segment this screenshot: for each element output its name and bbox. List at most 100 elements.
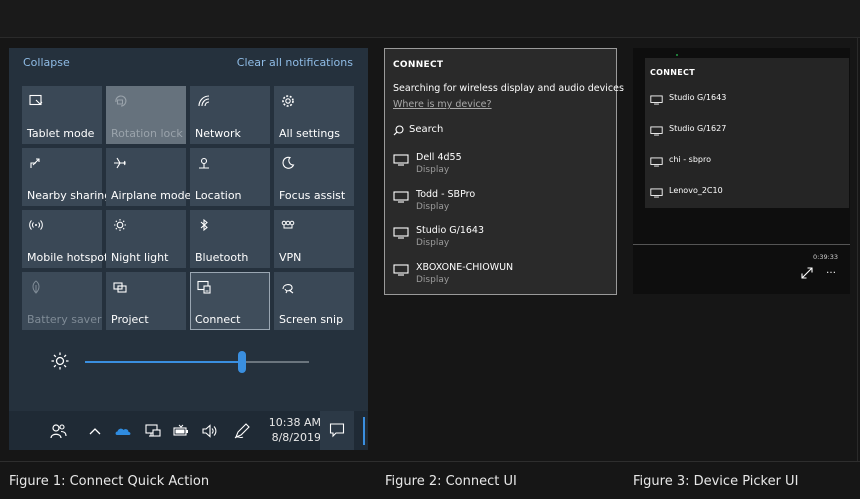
device-picker-panel: CONNECT Studio G/1643 Studio G/1627 chi - … — [645, 58, 849, 208]
tile-airplane-mode[interactable]: Airplane mode — [106, 148, 191, 206]
project-icon — [111, 278, 129, 296]
tile-label: Bluetooth — [195, 251, 249, 264]
tile-label: Focus assist — [279, 189, 346, 202]
tile-screen-snip[interactable]: Screen snip — [274, 272, 354, 330]
action-center-panel: Collapse Clear all notifications Tablet … — [9, 48, 368, 450]
volume-icon[interactable] — [201, 422, 219, 440]
network-icon — [195, 92, 213, 110]
tile-all-settings[interactable]: All settings — [274, 86, 354, 144]
right-border — [857, 38, 858, 461]
tile-project[interactable]: Project — [106, 272, 186, 330]
tile-label: Screen snip — [279, 313, 344, 326]
taskbar-time: 10:38 AM — [268, 416, 321, 429]
where-is-my-device-link[interactable]: Where is my device? — [393, 99, 492, 110]
connect-ui-panel: CONNECT Searching for wireless display a… — [384, 48, 624, 296]
tile-location[interactable]: Location — [190, 148, 270, 206]
night-light-icon — [111, 216, 129, 234]
device-picker-frame: CONNECT Studio G/1643 Studio G/1627 chi - … — [633, 48, 850, 294]
tile-network[interactable]: Network — [190, 86, 270, 144]
collapse-link[interactable]: Collapse — [23, 56, 70, 69]
tile-label: Night light — [111, 251, 169, 264]
connect-title: CONNECT — [393, 60, 444, 70]
connect-device-item[interactable]: XBOXONE-CHIOWUN Display — [393, 260, 611, 297]
battery-icon[interactable] — [172, 422, 190, 440]
tile-label: VPN — [279, 251, 302, 264]
tablet-mode-icon — [27, 92, 45, 110]
picker-device-item[interactable]: Studio G/1627 — [650, 124, 840, 155]
tile-label: All settings — [279, 127, 340, 140]
picker-title: CONNECT — [650, 68, 695, 77]
tile-bluetooth[interactable]: Bluetooth — [190, 210, 270, 268]
device-name: Studio G/1627 — [669, 124, 727, 133]
expand-icon[interactable] — [801, 267, 813, 279]
tile-mobile-hotspot[interactable]: Mobile hotspot — [22, 210, 108, 268]
taskbar-clock[interactable]: 10:38 AM 8/8/2019 — [261, 415, 321, 445]
tile-nearby-sharing[interactable]: Nearby sharing — [22, 148, 111, 206]
tile-connect[interactable]: Connect — [190, 272, 270, 330]
tile-vpn[interactable]: VPN — [274, 210, 354, 268]
brightness-sun-icon — [51, 352, 69, 370]
video-progress-bar[interactable] — [633, 244, 850, 245]
tile-label: Airplane mode — [111, 189, 192, 202]
device-type: Display — [416, 238, 450, 248]
tile-night-light[interactable]: Night light — [106, 210, 186, 268]
connect-icon — [195, 278, 213, 296]
device-name: Studio G/1643 — [416, 225, 485, 236]
people-icon[interactable] — [49, 422, 67, 440]
connect-device-item[interactable]: Dell 4d55 Display — [393, 150, 611, 187]
tile-label: Project — [111, 313, 149, 326]
device-name: chi - sbpro — [669, 155, 711, 164]
clear-all-notifications-link[interactable]: Clear all notifications — [237, 56, 353, 69]
brightness-slider-thumb[interactable] — [237, 351, 246, 373]
vpn-icon — [279, 216, 297, 234]
brightness-slider-fill — [85, 361, 242, 363]
hotspot-icon — [27, 216, 45, 234]
device-name: Dell 4d55 — [416, 152, 462, 163]
connect-device-list: Dell 4d55 Display Todd - SBPro Display Studi… — [393, 150, 611, 296]
pen-workspace-icon[interactable] — [233, 422, 251, 440]
screen-snip-icon — [279, 278, 297, 296]
tile-battery-saver[interactable]: Battery saver — [22, 272, 102, 330]
connect-status-text: Searching for wireless display and audio… — [393, 83, 624, 94]
onedrive-icon[interactable] — [114, 422, 132, 440]
connect-device-item[interactable]: Todd - SBPro Display — [393, 187, 611, 224]
taskbar-date: 8/8/2019 — [271, 431, 321, 444]
notification-icon — [329, 423, 345, 438]
connect-device-item[interactable]: Studio G/1643 Display — [393, 223, 611, 260]
picker-device-item[interactable]: Lenovo_2C10 — [650, 186, 840, 217]
action-center-header: Collapse Clear all notifications — [9, 48, 368, 78]
picker-device-item[interactable]: chi - sbpro — [650, 155, 840, 186]
device-type: Display — [416, 274, 450, 285]
chevron-up-icon[interactable] — [86, 422, 104, 440]
device-name: XBOXONE-CHIOWUN — [416, 261, 514, 273]
taskbar-accent-edge — [363, 417, 365, 445]
top-divider — [0, 37, 860, 38]
gear-icon — [279, 92, 297, 110]
picker-device-item[interactable]: Studio G/1643 — [650, 93, 840, 124]
device-type: Display — [416, 201, 450, 212]
tile-label: Network — [195, 127, 241, 140]
brightness-slider[interactable] — [85, 361, 309, 363]
search-icon — [393, 125, 404, 136]
network-tray-icon[interactable] — [144, 422, 162, 440]
tile-label: Nearby sharing — [27, 189, 112, 202]
more-options-button[interactable]: … — [826, 265, 837, 276]
picker-device-list: Studio G/1643 Studio G/1627 chi - sbpro Len… — [650, 93, 840, 217]
bluetooth-icon — [195, 216, 213, 234]
tile-tablet-mode[interactable]: Tablet mode — [22, 86, 102, 144]
action-center-button[interactable] — [320, 411, 354, 450]
device-name: Lenovo_2C10 — [669, 186, 723, 195]
tile-focus-assist[interactable]: Focus assist — [274, 148, 354, 206]
search-label: Search — [409, 124, 444, 135]
video-timestamp: 0:39:33 — [813, 253, 839, 261]
tile-label: Mobile hotspot — [27, 251, 109, 264]
moon-icon — [279, 154, 297, 172]
nearby-sharing-icon — [27, 154, 45, 172]
figure-3-caption: Figure 3: Device Picker UI — [633, 474, 799, 489]
rotation-lock-icon — [111, 92, 129, 110]
airplane-icon — [111, 154, 129, 172]
tile-label: Battery saver — [27, 313, 102, 326]
tile-rotation-lock[interactable]: Rotation lock — [106, 86, 186, 144]
top-bar — [0, 0, 860, 38]
battery-saver-icon — [27, 278, 45, 296]
